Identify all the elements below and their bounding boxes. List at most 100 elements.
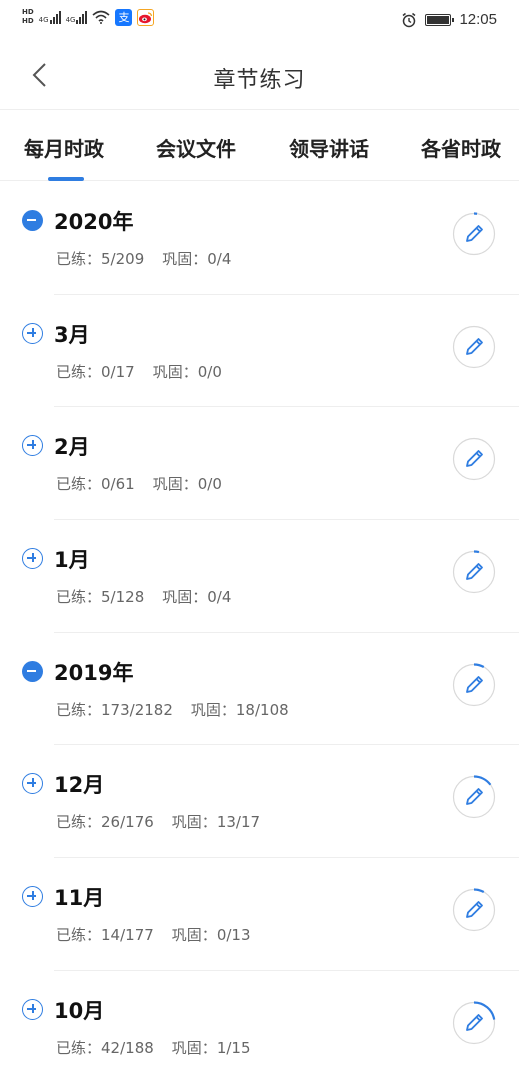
- status-time: 12:05: [459, 11, 497, 28]
- review-label: 巩固：: [162, 250, 208, 268]
- review-label: 巩固：: [171, 926, 217, 945]
- chapter-stats: 已练：5/209 巩固：0/4: [56, 248, 231, 269]
- chapter-stats: 已练：173/2182 巩固：18/108: [56, 699, 289, 720]
- alipay-icon: 支: [115, 8, 133, 26]
- list-item[interactable]: 10月 已练：42/188 巩固：1/15: [0, 971, 519, 1080]
- list-item[interactable]: 11月 已练：14/177 巩固：0/13: [0, 858, 519, 971]
- practiced-label: 已练：: [56, 588, 102, 607]
- chapter-title: 1月: [54, 548, 90, 573]
- review-count: 0/0: [197, 475, 222, 494]
- review-label: 巩固：: [171, 1038, 217, 1057]
- battery-icon: [425, 13, 455, 26]
- status-bar-right: 12:05: [401, 11, 497, 28]
- alarm-icon: [402, 12, 416, 27]
- practiced-count: 0/17: [101, 362, 135, 381]
- pencil-icon: [466, 337, 483, 355]
- expand-icon[interactable]: [22, 886, 43, 908]
- progress-ring-track: [452, 889, 496, 932]
- review-count: 0/0: [197, 362, 222, 381]
- list-item[interactable]: 2019年已练：173/2182 巩固：18/108: [0, 633, 519, 746]
- review-count: 0/4: [207, 250, 232, 268]
- sim2-hd-label: HD: [22, 17, 34, 25]
- practice-button[interactable]: [452, 888, 496, 932]
- expand-icon[interactable]: [22, 773, 43, 795]
- page-title: 章节练习: [213, 68, 306, 93]
- chapter-stats: 已练：5/128 巩固：0/4: [56, 586, 231, 607]
- chapter-title: 2019年: [54, 660, 134, 685]
- signal-icon: 4G: [38, 10, 61, 24]
- pencil-icon: [466, 788, 483, 806]
- pencil-icon: [466, 450, 483, 468]
- chapter-title: 2020年: [54, 210, 134, 234]
- tab-meeting-documents[interactable]: 会议文件: [156, 133, 236, 162]
- pencil-icon: [466, 563, 483, 580]
- review-count: 18/108: [235, 700, 289, 719]
- expand-icon[interactable]: [22, 548, 43, 570]
- pencil-icon: [466, 1013, 483, 1031]
- review-label: 巩固：: [162, 588, 208, 607]
- review-label: 巩固：: [190, 700, 236, 719]
- practiced-count: 0/61: [101, 475, 135, 494]
- title-bar: 章节练习: [0, 40, 519, 110]
- practiced-label: 已练：: [56, 1038, 102, 1057]
- practiced-count: 14/177: [101, 926, 154, 945]
- progress-ring-track: [452, 663, 496, 706]
- pencil-icon: [466, 225, 483, 242]
- practiced-count: 173/2182: [101, 700, 173, 719]
- practice-button[interactable]: [452, 437, 496, 481]
- list-item[interactable]: 2020年已练：5/209 巩固：0/4: [0, 182, 519, 295]
- tab-provincial-politics[interactable]: 各省时政: [421, 133, 501, 162]
- collapse-icon[interactable]: [22, 660, 43, 682]
- hd-icon: HD HD: [22, 8, 34, 26]
- signal-icon-2: 4G: [66, 10, 88, 24]
- practiced-count: 42/188: [101, 1038, 154, 1057]
- review-count: 0/4: [207, 588, 232, 607]
- tab-monthly-politics[interactable]: 每月时政: [24, 133, 104, 162]
- chapter-stats: 已练：26/176 巩固：13/17: [56, 811, 260, 832]
- practiced-label: 已练：: [56, 926, 102, 945]
- tab-bar: 每月时政 会议文件 领导讲话 各省时政: [0, 111, 519, 181]
- practice-button[interactable]: [452, 325, 496, 369]
- review-count: 13/17: [216, 813, 261, 832]
- chapter-title: 10月: [54, 998, 105, 1023]
- status-bar: HD HD 4G 4G 支 12:05: [0, 0, 519, 40]
- pencil-icon: [466, 901, 483, 919]
- list-item[interactable]: 3月 已练：0/17 巩固：0/0: [0, 295, 519, 408]
- chapter-title: 11月: [54, 886, 105, 911]
- practice-button[interactable]: [452, 550, 496, 594]
- status-bar-left: HD HD 4G 4G 支: [22, 8, 155, 26]
- sim1-hd-label: HD: [22, 8, 34, 16]
- practice-button[interactable]: [452, 663, 496, 707]
- list-item[interactable]: 12月已练：26/176 巩固：13/17: [0, 745, 519, 859]
- practiced-count: 26/176: [101, 813, 154, 832]
- practice-button[interactable]: [452, 1001, 496, 1045]
- practiced-label: 已练：: [56, 700, 102, 719]
- list-item[interactable]: 2月已练：0/61 巩固：0/0: [0, 407, 519, 521]
- expand-icon[interactable]: [22, 322, 43, 344]
- pencil-icon: [466, 675, 483, 693]
- expand-icon[interactable]: [22, 435, 43, 457]
- practiced-label: 已练：: [56, 813, 102, 832]
- chapter-stats: 已练：0/61 巩固：0/0: [56, 473, 222, 494]
- collapse-icon[interactable]: [22, 210, 43, 231]
- chapter-title: 12月: [54, 773, 105, 798]
- progress-ring-track: [452, 212, 496, 256]
- practice-button[interactable]: [452, 775, 496, 820]
- chapter-list: 2020年 已练：5/209 巩固：0/4 3月 已练：0/17 巩固：0/0 2月 已练：0…: [0, 182, 519, 1080]
- tab-leader-speeches[interactable]: 领导讲话: [289, 133, 369, 162]
- expand-icon[interactable]: [22, 998, 43, 1020]
- list-item[interactable]: 1月已练：5/128 巩固：0/4: [0, 520, 519, 633]
- practiced-label: 已练：: [56, 475, 102, 494]
- wifi-icon: [92, 10, 110, 24]
- practice-button[interactable]: [452, 212, 496, 256]
- progress-ring-track: [452, 438, 496, 481]
- chapter-stats: 已练：0/17 巩固：0/0: [56, 361, 222, 382]
- practiced-label: 已练：: [56, 250, 102, 268]
- weibo-icon: [137, 8, 155, 26]
- chapter-title: 2月: [54, 435, 90, 460]
- practiced-count: 5/128: [101, 588, 145, 607]
- review-label: 巩固：: [171, 813, 217, 832]
- review-label: 巩固：: [152, 475, 198, 494]
- chapter-stats: 已练：42/188 巩固：1/15: [56, 1037, 251, 1058]
- network-type-1: 4G: [38, 15, 49, 24]
